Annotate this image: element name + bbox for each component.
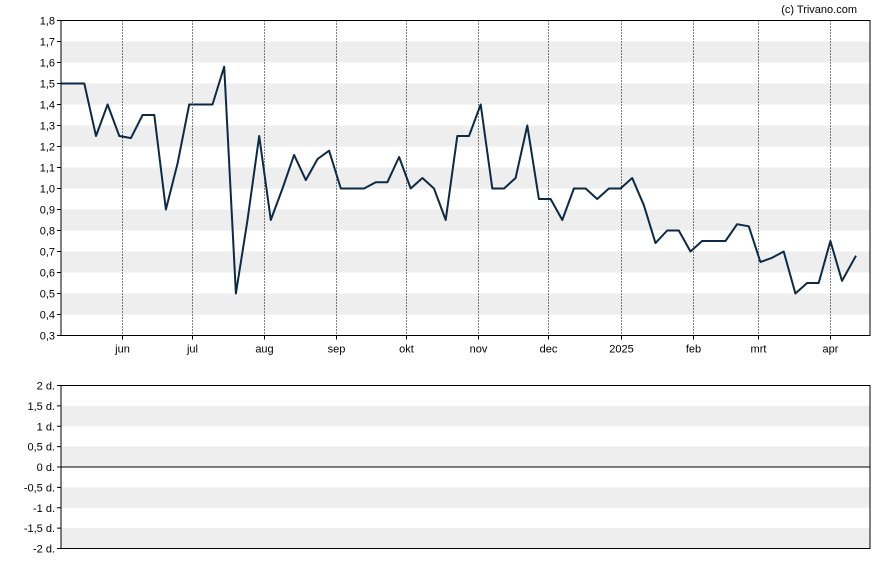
x-tick-label: sep	[328, 344, 346, 356]
y-tick-label: 0,7	[40, 247, 55, 259]
x-tick-label: jun	[114, 344, 130, 356]
y-tick-label: 1,4	[40, 100, 55, 112]
y-tick-label: 0,4	[40, 310, 55, 322]
price-chart-y-axis: 1,8 1,7 1,6 1,5 1,4 1,3 1,2 1,1 1,0 0,9 0,8 0,7 0,6 0…	[40, 16, 61, 343]
y-tick-label: 1 d.	[37, 421, 55, 433]
y-tick-label: 2 d.	[37, 381, 55, 393]
y-tick-label: 0,6	[40, 268, 55, 280]
price-chart: 1,8 1,7 1,6 1,5 1,4 1,3 1,2 1,1 1,0 0,9 0,8 0,7 0,6 0…	[40, 16, 871, 356]
chart-canvas: (c) Trivano.com 1,8 1,7 1,6 1,5 1,4 1,3 1,2 1,1…	[24, 4, 871, 556]
y-tick-label: 1,5	[40, 79, 55, 91]
y-tick-label: 1,0	[40, 184, 55, 196]
x-tick-label: jul	[186, 344, 198, 356]
y-tick-label: 0,5	[40, 289, 55, 301]
band	[61, 251, 870, 273]
y-tick-label: 0,5 d.	[27, 442, 55, 454]
dividend-chart-y-axis: 2 d. 1,5 d. 1 d. 0,5 d. 0 d. -0,5 d. -1 d. -1,5…	[24, 381, 61, 556]
copyright-label: (c) Trivano.com	[781, 4, 857, 16]
x-tick-label: mrt	[751, 344, 767, 356]
x-tick-label: dec	[540, 344, 558, 356]
price-chart-bands	[61, 41, 870, 315]
x-tick-label: feb	[686, 344, 701, 356]
band	[61, 405, 870, 427]
band	[61, 41, 870, 63]
x-tick-label: 2025	[609, 344, 633, 356]
y-tick-label: -1,5 d.	[24, 523, 55, 535]
y-tick-label: 0,8	[40, 226, 55, 238]
band	[61, 446, 870, 467]
band	[61, 487, 870, 508]
y-tick-label: 1,6	[40, 58, 55, 70]
y-tick-label: -0,5 d.	[24, 482, 55, 494]
band	[61, 528, 870, 549]
x-tick-label: apr	[823, 344, 839, 356]
y-tick-label: 1,1	[40, 163, 55, 175]
dividend-chart: 2 d. 1,5 d. 1 d. 0,5 d. 0 d. -0,5 d. -1 d. -1,5…	[24, 381, 871, 556]
x-tick-label: okt	[399, 344, 414, 356]
price-chart-x-axis: jun jul aug sep okt nov dec 2025 feb mrt apr	[114, 335, 839, 356]
y-tick-label: 0 d.	[37, 462, 55, 474]
x-tick-label: nov	[470, 344, 488, 356]
x-tick-label: aug	[255, 344, 273, 356]
y-tick-label: 1,2	[40, 142, 55, 154]
band	[61, 167, 870, 189]
y-tick-label: 0,3	[40, 331, 55, 343]
y-tick-label: 0,9	[40, 205, 55, 217]
y-tick-label: 1,7	[40, 37, 55, 49]
y-tick-label: -2 d.	[33, 544, 55, 556]
y-tick-label: 1,8	[40, 16, 55, 28]
band	[61, 293, 870, 315]
dividend-chart-bands	[61, 405, 870, 549]
y-tick-label: -1 d.	[33, 503, 55, 515]
y-tick-label: 1,5 d.	[27, 401, 55, 413]
band	[61, 83, 870, 105]
y-tick-label: 1,3	[40, 121, 55, 133]
